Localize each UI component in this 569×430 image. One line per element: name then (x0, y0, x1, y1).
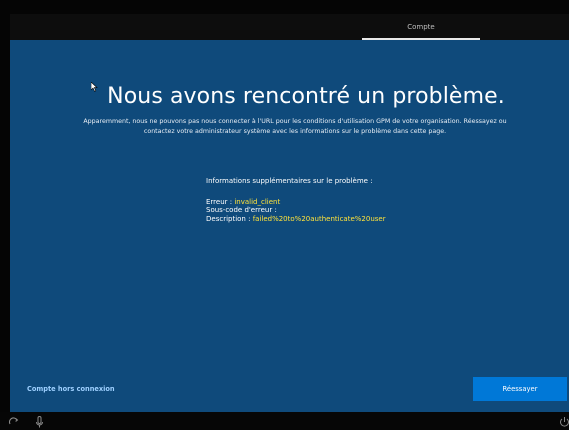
retry-button[interactable]: Réessayer (473, 377, 567, 401)
subcode-row: Sous-code d'erreur : (206, 206, 526, 215)
error-details-heading: Informations supplémentaires sur le prob… (206, 177, 373, 185)
error-panel: Nous avons rencontré un problème. Appare… (10, 40, 569, 412)
subcode-label: Sous-code d'erreur : (206, 206, 277, 215)
error-explanation: Apparemment, nous ne pouvons pas nous co… (40, 117, 550, 137)
description-row: Description : failed%20to%20authenticate… (206, 215, 526, 224)
error-row: Erreur : invalid_client (206, 198, 526, 207)
error-label: Erreur : (206, 197, 235, 206)
offline-account-link[interactable]: Compte hors connexion (27, 385, 115, 393)
error-explanation-line-1: Apparemment, nous ne pouvons pas nous co… (83, 118, 507, 125)
taskbar (0, 412, 569, 430)
retry-button-label: Réessayer (502, 385, 538, 393)
error-details: Informations supplémentaires sur le prob… (206, 177, 526, 223)
error-explanation-line-2: contactez votre administrateur système a… (143, 128, 447, 135)
ease-of-access-icon[interactable] (7, 414, 21, 430)
tab-account-label: Compte (407, 23, 435, 31)
microphone-icon[interactable] (33, 414, 47, 430)
oobe-screen: Compte Nous avons rencontré un problème.… (0, 0, 569, 430)
error-value: invalid_client (234, 197, 281, 206)
description-label: Description : (206, 214, 253, 223)
power-icon[interactable] (559, 414, 569, 430)
tab-account[interactable]: Compte (362, 14, 480, 40)
top-bar: Compte (10, 14, 569, 40)
description-value: failed%20to%20authenticate%20user (252, 214, 386, 223)
